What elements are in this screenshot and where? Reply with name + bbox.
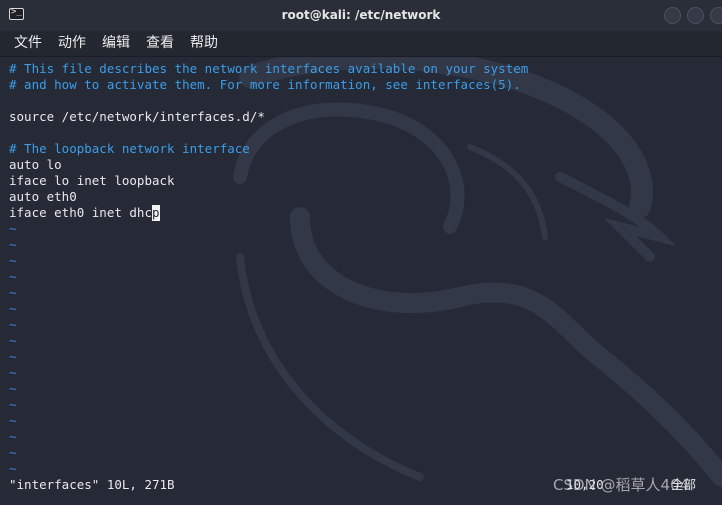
empty-line-tilde: ~ (9, 237, 17, 252)
empty-line-tilde: ~ (9, 413, 17, 428)
editor-line-text: iface eth0 inet dhc (9, 205, 152, 220)
editor-code-line: auto lo (9, 157, 62, 172)
text-cursor: p (152, 205, 160, 221)
editor-comment-line: # and how to activate them. For more inf… (9, 77, 521, 92)
menu-view[interactable]: 查看 (146, 31, 174, 56)
editor-line-current: iface eth0 inet dhcp (9, 205, 160, 221)
menu-file[interactable]: 文件 (14, 31, 42, 56)
editor-code-line: source /etc/network/interfaces.d/* (9, 109, 265, 124)
maximize-button[interactable] (687, 7, 704, 24)
status-file-info: "interfaces" 10L, 271B (9, 477, 175, 492)
editor-comment-line: # This file describes the network interf… (9, 61, 529, 76)
empty-line-tilde: ~ (9, 269, 17, 284)
empty-line-tilde: ~ (9, 381, 17, 396)
empty-line-tilde: ~ (9, 285, 17, 300)
terminal-window: >_ root@kali: /etc/network 文件 动作 编辑 查看 帮… (0, 0, 722, 505)
editor-comment-line: # The loopback network interface (9, 141, 250, 156)
terminal-area[interactable]: # This file describes the network interf… (0, 57, 722, 505)
empty-line-tilde: ~ (9, 317, 17, 332)
empty-line-tilde: ~ (9, 349, 17, 364)
close-button[interactable] (710, 7, 722, 24)
window-title: root@kali: /etc/network (281, 8, 441, 22)
editor-code-line: auto eth0 (9, 189, 77, 204)
title-bar[interactable]: >_ root@kali: /etc/network (0, 0, 722, 32)
empty-line-tilde: ~ (9, 221, 17, 236)
empty-line-tilde: ~ (9, 365, 17, 380)
menu-bar: 文件 动作 编辑 查看 帮助 (0, 31, 722, 57)
menu-help[interactable]: 帮助 (190, 31, 218, 56)
empty-line-tilde: ~ (9, 301, 17, 316)
empty-line-tilde: ~ (9, 429, 17, 444)
menu-edit[interactable]: 编辑 (102, 31, 130, 56)
empty-line-tilde: ~ (9, 253, 17, 268)
empty-line-tilde: ~ (9, 397, 17, 412)
empty-line-tilde: ~ (9, 333, 17, 348)
menu-action[interactable]: 动作 (58, 31, 86, 56)
empty-line-tilde: ~ (9, 461, 17, 476)
empty-line-tilde: ~ (9, 445, 17, 460)
editor-code-line: iface lo inet loopback (9, 173, 175, 188)
minimize-button[interactable] (664, 7, 681, 24)
watermark-text: CSDN @稻草人404 (553, 476, 690, 494)
